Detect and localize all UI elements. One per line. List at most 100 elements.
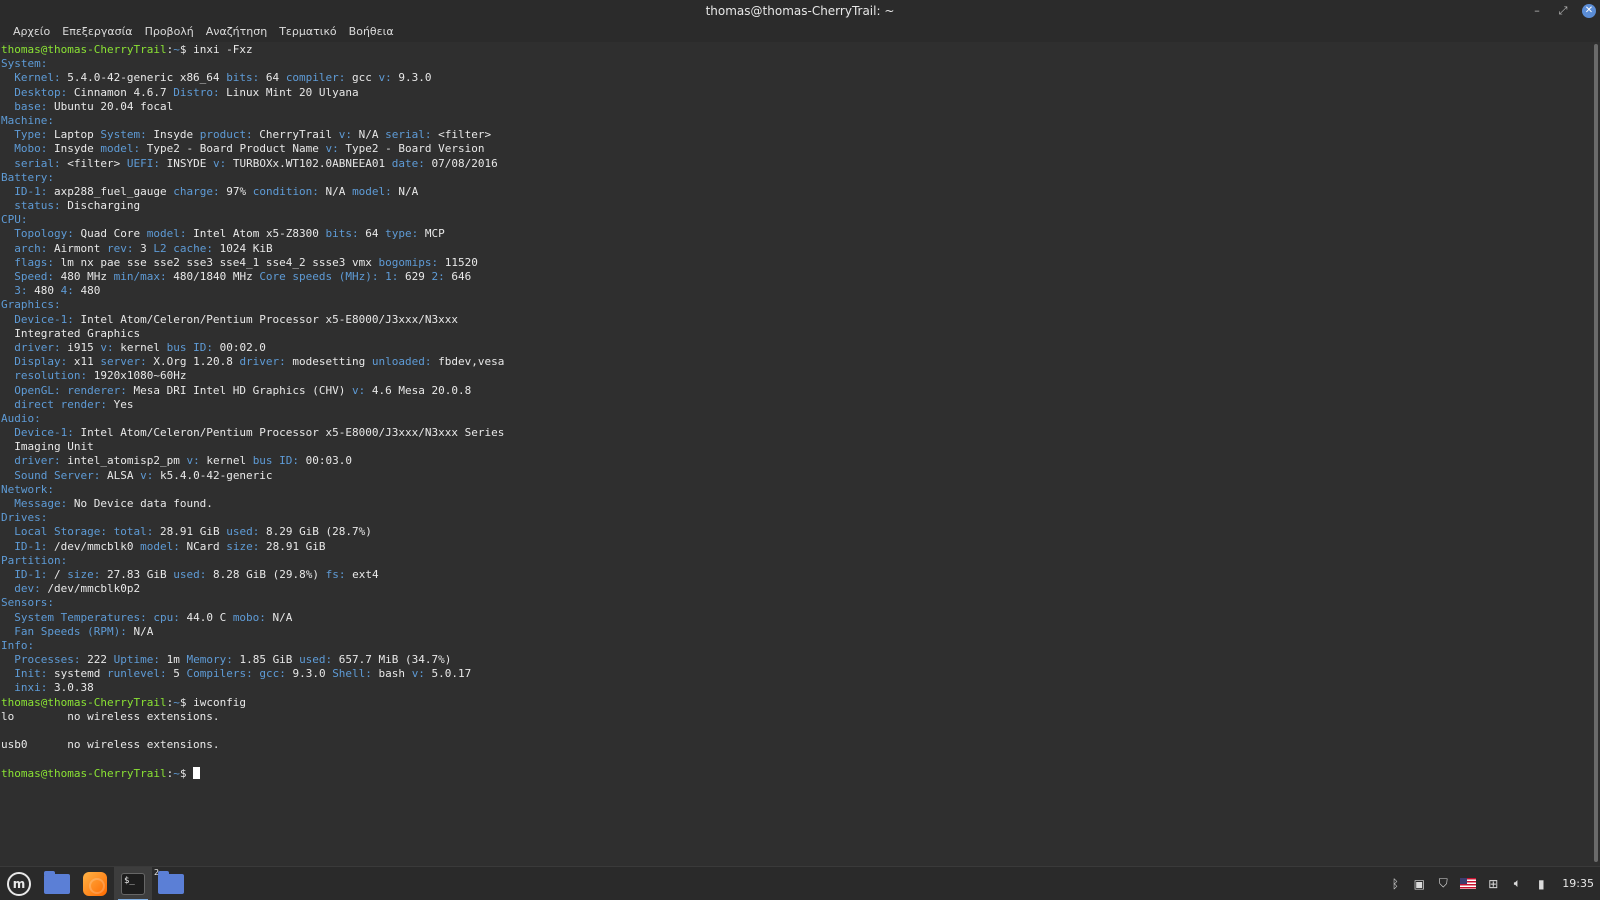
- terminal-key: Distro:: [173, 85, 220, 99]
- terminal-key: flags:: [14, 255, 54, 269]
- terminal-text: /dev/mmcblk0p2: [40, 582, 141, 596]
- prompt-user: thomas@thomas-CherryTrail: [1, 695, 167, 709]
- window-titlebar: thomas@thomas-CherryTrail: ~ – ⤢ ✕: [0, 0, 1600, 21]
- taskbar-files-button[interactable]: [38, 867, 76, 900]
- start-menu-button[interactable]: m: [0, 867, 38, 900]
- bluetooth-icon[interactable]: ᛒ: [1388, 877, 1402, 891]
- terminal-key: bogomips:: [378, 255, 439, 269]
- terminal-icon-glyph: $_: [124, 875, 135, 886]
- us-flag-icon[interactable]: [1460, 878, 1477, 889]
- clock[interactable]: 19:35: [1562, 877, 1594, 890]
- terminal-key: Memory:: [186, 653, 233, 667]
- close-icon[interactable]: ✕: [1582, 3, 1596, 18]
- menu-view[interactable]: Προβολή: [139, 21, 200, 42]
- menu-help[interactable]: Βοήθεια: [343, 21, 400, 42]
- terminal-key: total:: [113, 525, 154, 539]
- menu-bar: Αρχείο Επεξεργασία Προβολή Αναζήτηση Τερ…: [0, 21, 1600, 42]
- terminal-key: 1:: [385, 270, 399, 283]
- terminal-key: Shell:: [332, 667, 372, 681]
- terminal-output[interactable]: thomas@thomas-CherryTrail:~$ inxi -Fxz Sy…: [0, 42, 1592, 866]
- taskbar-files-group-button[interactable]: 2: [152, 867, 190, 900]
- terminal-line: base: Ubuntu 20.04 focal: [1, 100, 1592, 114]
- terminal-line: 3: 480 4: 480: [1, 284, 1592, 298]
- shield-icon[interactable]: ⛉: [1436, 876, 1450, 891]
- clipboard-icon[interactable]: ▣: [1412, 877, 1426, 891]
- terminal-text: 480: [73, 284, 101, 298]
- terminal-line: System Temperatures: cpu: 44.0 C mobo: N…: [1, 611, 1592, 625]
- terminal-text: 657.7 MiB (34.7%): [332, 653, 452, 667]
- terminal-line: Fan Speeds (RPM): N/A: [1, 625, 1592, 639]
- terminal-key: v:: [186, 454, 200, 468]
- terminal-key: server:: [100, 355, 147, 369]
- scrollbar-thumb[interactable]: [1594, 44, 1598, 862]
- terminal-line: thomas@thomas-CherryTrail:~$ inxi -Fxz: [1, 43, 1592, 57]
- terminal-text: lm nx pae sse sse2 sse3 sse4_1 sse4_2 ss…: [54, 255, 379, 269]
- terminal-text: NCard: [179, 539, 227, 553]
- terminal-text: Imaging Unit: [1, 440, 94, 454]
- terminal-line: driver: intel_atomisp2_pm v: kernel bus …: [1, 454, 1592, 468]
- terminal-text: 480/1840 MHz: [166, 270, 260, 283]
- terminal-key: model:: [100, 142, 141, 156]
- terminal-line: Drives:: [1, 511, 1592, 525]
- terminal-lines: thomas@thomas-CherryTrail:~$ inxi -Fxz Sy…: [0, 42, 1592, 781]
- menu-edit[interactable]: Επεξεργασία: [56, 21, 138, 42]
- terminal-line: Kernel: 5.4.0-42-generic x86_64 bits: 64…: [1, 71, 1592, 85]
- terminal-text: 64: [358, 227, 386, 241]
- battery-icon[interactable]: ▮: [1534, 877, 1548, 891]
- terminal-text: 00:03.0: [299, 454, 353, 468]
- terminal-text: <filter>: [60, 156, 127, 170]
- folder-icon: [158, 870, 184, 894]
- terminal-key: bus ID:: [252, 454, 300, 468]
- network-icon[interactable]: ⊞: [1486, 877, 1500, 891]
- terminal-key: v:: [352, 383, 366, 397]
- terminal-key: ID-1:: [14, 539, 48, 553]
- terminal-line: Sensors:: [1, 596, 1592, 610]
- terminal-key: compiler:: [285, 71, 346, 85]
- firefox-icon: [83, 871, 107, 896]
- terminal-text: 3.0.38: [47, 681, 94, 695]
- terminal-text: Laptop: [47, 128, 101, 142]
- terminal-line: Info:: [1, 639, 1592, 653]
- terminal-line: Topology: Quad Core model: Intel Atom x5…: [1, 227, 1592, 241]
- mint-logo-icon: m: [7, 871, 31, 896]
- terminal-key: Audio:: [1, 411, 41, 425]
- terminal-key: cpu:: [153, 610, 180, 624]
- terminal-text: gcc: [345, 71, 379, 85]
- terminal-text: TURBOXx.WT102.0ABNEEA01: [226, 156, 392, 170]
- terminal-key: L2 cache:: [153, 241, 213, 255]
- terminal-text: N/A: [318, 184, 353, 198]
- terminal-text: Quad Core: [73, 227, 147, 241]
- terminal-text: 629: [398, 270, 432, 283]
- minimize-icon[interactable]: –: [1530, 4, 1544, 18]
- terminal-text: ~: [173, 766, 180, 780]
- volume-icon[interactable]: 🔈︎: [1510, 876, 1524, 891]
- terminal-text: 222: [80, 653, 114, 667]
- terminal-text: systemd: [47, 667, 107, 681]
- terminal-scrollbar[interactable]: [1592, 42, 1600, 866]
- menu-file[interactable]: Αρχείο: [7, 21, 56, 42]
- terminal-key: status:: [14, 199, 61, 213]
- taskbar-terminal-button[interactable]: $_: [114, 866, 152, 900]
- maximize-icon[interactable]: ⤢: [1556, 4, 1570, 18]
- terminal-text: <filter>: [431, 128, 492, 142]
- menu-search[interactable]: Αναζήτηση: [200, 21, 273, 42]
- terminal-key: UEFI:: [126, 156, 160, 170]
- terminal-text: 97%: [219, 184, 253, 198]
- prompt-user: thomas@thomas-CherryTrail: [1, 766, 167, 780]
- terminal-key: size:: [226, 539, 260, 553]
- menu-terminal[interactable]: Τερματικό: [273, 21, 342, 42]
- terminal-line: Message: No Device data found.: [1, 497, 1592, 511]
- terminal-key: arch:: [14, 241, 48, 255]
- terminal-key: gcc:: [259, 667, 286, 681]
- taskbar-firefox-button[interactable]: [76, 867, 114, 900]
- terminal-text: ext4: [345, 567, 379, 581]
